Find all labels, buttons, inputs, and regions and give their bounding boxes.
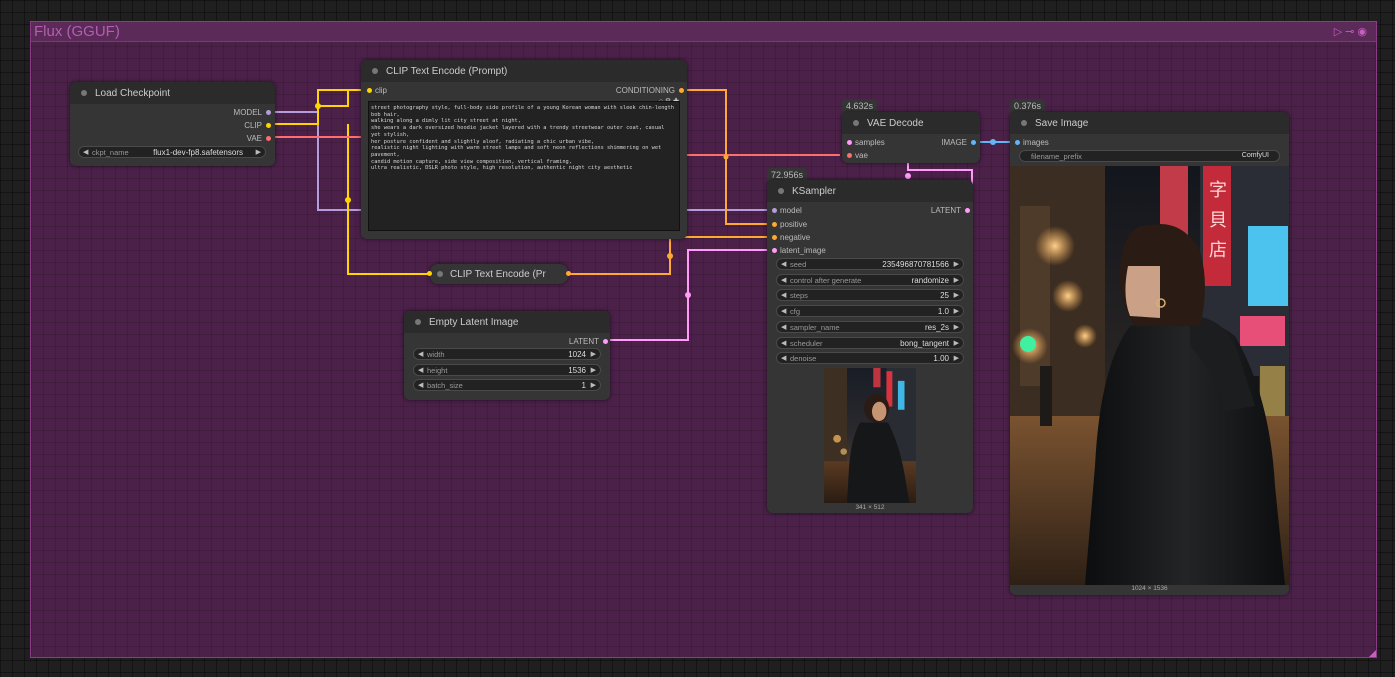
empty-latent-image-node[interactable]: Empty Latent Image LATENT ◀ width 1024 ▶ ◀ h… [404, 311, 610, 400]
output-image-preview[interactable]: 字 貝 店 [1010, 166, 1289, 585]
filename-prefix-text[interactable]: filename_prefix ComfyUI [1019, 150, 1280, 162]
output-latent[interactable]: LATENT [931, 206, 970, 215]
latent-preview-image [824, 368, 916, 503]
image-size-caption: 1024 × 1536 [1131, 585, 1168, 592]
preview-size-caption: 341 × 512 [855, 504, 885, 511]
node-title: CLIP Text Encode (Pr [450, 269, 546, 280]
width-number[interactable]: ◀ width 1024 ▶ [413, 348, 601, 360]
input-latent-image[interactable]: latent_image [772, 246, 826, 255]
output-model[interactable]: MODEL [234, 108, 271, 117]
output-conditioning[interactable]: CONDITIONING [616, 86, 684, 95]
node-header[interactable]: Save Image [1010, 112, 1289, 134]
node-title: KSampler [792, 186, 836, 197]
node-title: Load Checkpoint [95, 88, 171, 99]
output-latent[interactable]: LATENT [569, 337, 608, 346]
svg-text:字: 字 [1209, 180, 1227, 201]
height-number[interactable]: ◀ height 1536 ▶ [413, 364, 601, 376]
node-title: Save Image [1035, 118, 1089, 129]
steps-number[interactable]: ◀ steps 25 ▶ [776, 289, 964, 301]
cfg-number[interactable]: ◀ cfg 1.0 ▶ [776, 305, 964, 317]
ckpt-name-combo[interactable]: ◀ ckpt_name flux1-dev-fp8.safetensors ▶ [78, 146, 266, 158]
input-positive[interactable]: positive [772, 220, 807, 229]
node-title: Empty Latent Image [429, 317, 519, 328]
input-images[interactable]: images [1015, 138, 1049, 147]
prompt-textarea[interactable]: street photography style, full-body side… [368, 101, 680, 231]
seed-number[interactable]: ◀ seed 235496870781566 ▶ [776, 258, 964, 270]
load-checkpoint-node[interactable]: Load Checkpoint MODEL CLIP VAE ◀ ckpt_nam… [70, 82, 275, 166]
sampler-name-combo[interactable]: ◀ sampler_name res_2s ▶ [776, 321, 964, 333]
input-negative[interactable]: negative [772, 233, 810, 242]
link-clip-3 [317, 89, 366, 106]
denoise-number[interactable]: ◀ denoise 1.00 ▶ [776, 352, 964, 364]
svg-text:貝: 貝 [1209, 210, 1227, 231]
output-image[interactable]: IMAGE [941, 138, 976, 147]
output-vae[interactable]: VAE [247, 134, 271, 143]
input-clip[interactable]: clip [367, 86, 387, 95]
input-samples[interactable]: samples [847, 138, 885, 147]
vae-decode-node[interactable]: VAE Decode samples vae IMAGE [842, 112, 980, 163]
batch-size-number[interactable]: ◀ batch_size 1 ▶ [413, 379, 601, 391]
svg-text:店: 店 [1209, 240, 1227, 261]
input-model[interactable]: model [772, 206, 802, 215]
node-header[interactable]: Load Checkpoint [70, 82, 275, 104]
scheduler-combo[interactable]: ◀ scheduler bong_tangent ▶ [776, 337, 964, 349]
node-title: VAE Decode [867, 118, 924, 129]
node-header[interactable]: KSampler [767, 180, 973, 202]
output-clip[interactable]: CLIP [244, 121, 271, 130]
clip-text-encode-collapsed-node[interactable]: CLIP Text Encode (Pr [427, 264, 571, 284]
control-after-generate-combo[interactable]: ◀ control after generate randomize ▶ [776, 274, 964, 286]
input-vae[interactable]: vae [847, 151, 868, 160]
node-header[interactable]: VAE Decode [842, 112, 980, 134]
node-header[interactable]: CLIP Text Encode (Prompt) [361, 60, 687, 82]
node-header[interactable]: Empty Latent Image [404, 311, 610, 333]
node-title: CLIP Text Encode (Prompt) [386, 66, 508, 77]
